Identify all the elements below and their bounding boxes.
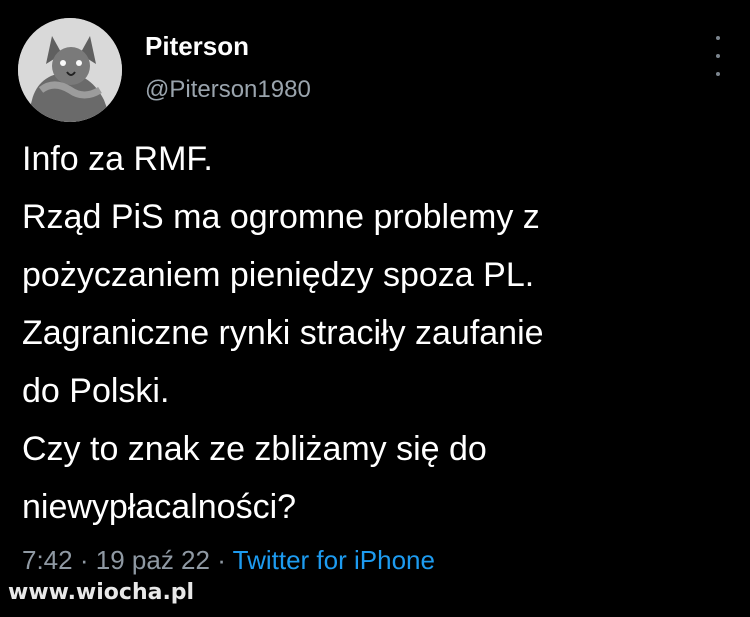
tweet-time[interactable]: 7:42 <box>22 545 73 575</box>
avatar[interactable] <box>18 18 122 122</box>
more-dot <box>716 72 720 76</box>
more-dot <box>716 54 720 58</box>
tweet-line: pożyczaniem pieniędzy spoza PL. <box>22 256 535 294</box>
more-options-icon[interactable] <box>708 36 728 76</box>
meta-separator: · <box>217 545 226 575</box>
tweet-line: Zagraniczne rynki straciły zaufanie <box>22 314 544 352</box>
meta-separator: · <box>79 545 89 575</box>
tweet-meta: 7:42 · 19 paź 22 · Twitter for iPhone <box>22 543 435 577</box>
author-name[interactable]: Piterson <box>145 30 249 62</box>
tweet-line: Rząd PiS ma ogromne problemy z <box>22 198 540 236</box>
watermark: www.wiocha.pl <box>8 580 195 605</box>
tweet-line: niewypłacalności? <box>22 488 297 526</box>
tweet-line: Info za RMF. <box>22 140 213 178</box>
more-dot <box>716 36 720 40</box>
cat-avatar-icon <box>18 18 122 122</box>
tweet-line: Czy to znak ze zbliżamy się do <box>22 430 487 468</box>
tweet-text: Info za RMF. Rząd PiS ma ogromne problem… <box>22 130 732 536</box>
tweet-line: do Polski. <box>22 372 170 410</box>
author-handle[interactable]: @Piterson1980 <box>145 74 311 106</box>
tweet-date[interactable]: 19 paź 22 <box>96 545 210 575</box>
tweet-source-link[interactable]: Twitter for iPhone <box>233 545 435 575</box>
